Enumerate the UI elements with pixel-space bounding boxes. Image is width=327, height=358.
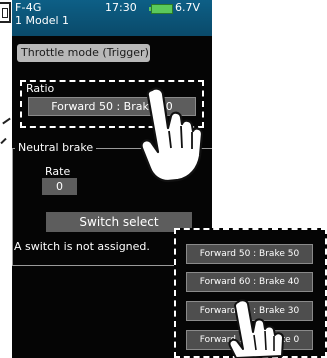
ratio-option[interactable]: Forward 60 : Brake 40	[186, 272, 313, 292]
edge-fragment-box	[0, 2, 11, 23]
ratio-button[interactable]: Forward 50 : Brake 50	[28, 97, 196, 116]
model-name: 1 Model 1	[15, 14, 70, 27]
model-type: F-4G	[15, 1, 42, 14]
ratio-option[interactable]: Forward 70 : Brake 30	[186, 301, 313, 321]
status-bar: F-4G 1 Model 1 17:30 6.7V	[12, 0, 212, 36]
ratio-option[interactable]: Forward 50 : Brake 50	[186, 244, 313, 264]
switch-select-button[interactable]: Switch select	[46, 212, 192, 232]
ratio-option[interactable]: Forward 100 : Brake 0	[186, 330, 313, 350]
edge-fragment-line	[2, 117, 11, 125]
neutral-brake-label: Neutral brake	[15, 141, 97, 154]
battery-icon	[149, 4, 173, 14]
page-title[interactable]: Throttle mode (Trigger)	[17, 44, 150, 62]
rate-value-button[interactable]: 0	[42, 178, 77, 195]
switch-status-text: A switch is not assigned.	[14, 240, 150, 253]
ratio-label: Ratio	[26, 82, 55, 95]
edge-fragment-line	[0, 137, 7, 145]
battery-voltage: 6.7V	[175, 1, 201, 14]
clock: 17:30	[105, 1, 137, 14]
rate-label: Rate	[45, 165, 71, 178]
